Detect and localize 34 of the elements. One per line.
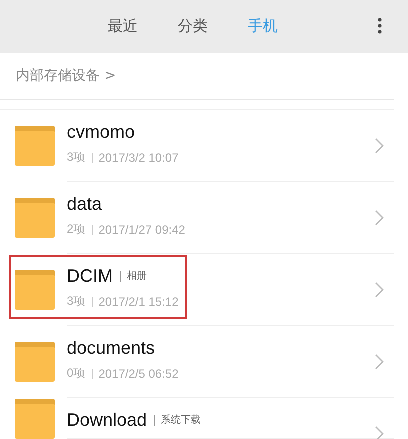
chevron-icon — [375, 426, 384, 439]
item-count: 2项 — [67, 221, 86, 238]
item-count: 0项 — [67, 365, 86, 382]
folder-label: 系统下载 — [154, 415, 202, 426]
modified-date: 2017/3/2 10:07 — [98, 150, 179, 164]
folder-icon — [15, 342, 55, 382]
folder-row[interactable]: data 2项 2017/1/27 09:42 — [0, 182, 408, 254]
folder-icon — [15, 198, 55, 238]
folder-icon — [15, 126, 55, 166]
chevron-icon — [375, 282, 384, 298]
chevron-icon — [375, 354, 384, 370]
folder-row[interactable]: Download 系统下载 — [0, 398, 408, 439]
modified-date: 2017/2/1 15:12 — [98, 294, 179, 308]
item-count: 3项 — [67, 149, 86, 166]
tab[interactable]: 最近 — [108, 17, 138, 36]
folder-name: Download — [67, 410, 148, 431]
folder-row[interactable]: documents 0项 2017/2/5 06:52 — [0, 326, 408, 398]
folder-name: documents — [67, 338, 156, 359]
modified-date: 2017/2/5 06:52 — [98, 366, 179, 380]
folder-row[interactable]: cvmomo 3项 2017/3/2 10:07 — [0, 110, 408, 182]
chevron-icon — [375, 210, 384, 226]
folder-label: 相册 — [120, 271, 147, 282]
tab[interactable]: 分类 — [178, 17, 208, 36]
folder-name: cvmomo — [67, 122, 136, 143]
more-icon[interactable] — [378, 18, 382, 34]
modified-date: 2017/1/27 09:42 — [98, 222, 186, 236]
folder-icon — [15, 270, 55, 310]
chevron-icon — [375, 138, 384, 154]
folder-icon — [15, 398, 55, 438]
folder-row[interactable]: DCIM 相册 3项 2017/2/1 15:12 — [0, 254, 408, 326]
item-count: 3项 — [67, 293, 86, 310]
folder-name: DCIM — [67, 266, 113, 287]
breadcrumb-path[interactable]: 内部存储设备 > — [16, 67, 116, 85]
folder-name: data — [67, 194, 102, 215]
